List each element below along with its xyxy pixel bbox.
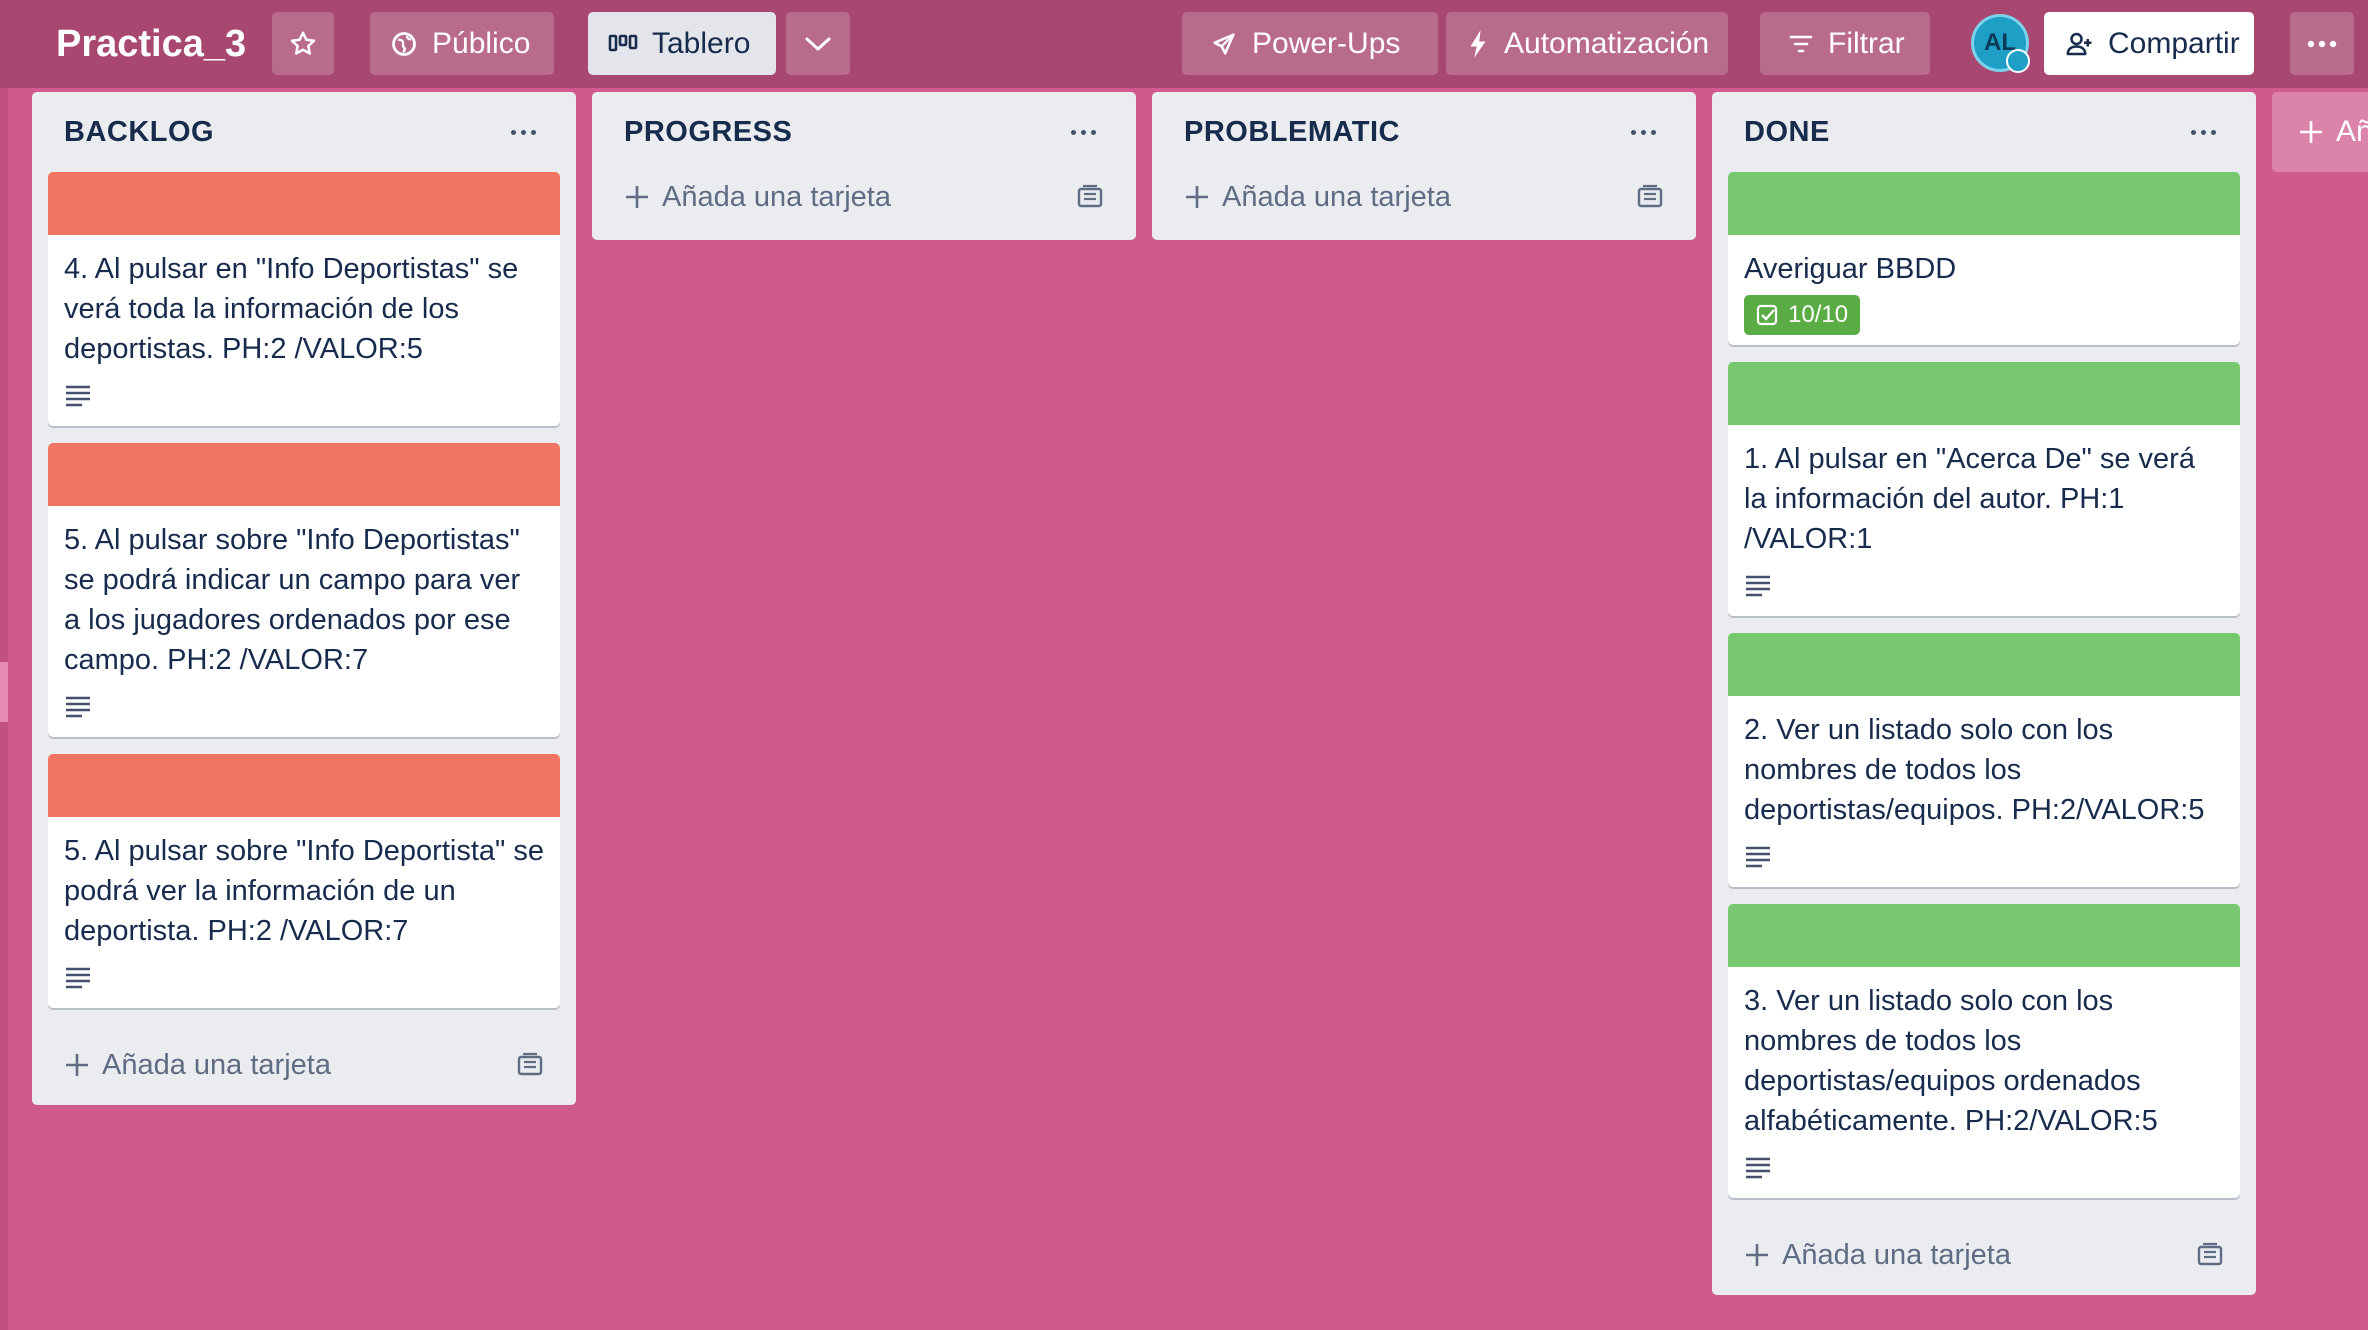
- plus-icon: [1746, 1244, 1768, 1266]
- board-header: Practica_3 Público Tablero Power-Ups Aut…: [0, 0, 2368, 88]
- card-label-green[interactable]: [1728, 633, 2240, 696]
- add-card-label: Añada una tarjeta: [102, 1048, 331, 1081]
- automation-button[interactable]: Automatización: [1446, 12, 1728, 75]
- globe-icon: [392, 31, 416, 56]
- card[interactable]: 2. Ver un listado solo con los nombres d…: [1728, 633, 2240, 887]
- star-button[interactable]: [272, 12, 334, 75]
- template-icon[interactable]: [1076, 184, 1104, 210]
- add-card-label: Añada una tarjeta: [662, 180, 891, 213]
- card-label-green[interactable]: [1728, 904, 2240, 967]
- add-list-label: Añ: [2336, 115, 2368, 148]
- card-title: 5. Al pulsar sobre "Info Deportistas" se…: [64, 524, 521, 676]
- card[interactable]: 5. Al pulsar sobre "Info Deportistas" se…: [48, 443, 560, 737]
- description-icon: [66, 967, 90, 989]
- card-label-red[interactable]: [48, 754, 560, 817]
- list-done: DONE Averiguar BBDD 10/10 1. Al pulsar e…: [1712, 92, 2256, 1295]
- filter-button[interactable]: Filtrar: [1760, 12, 1930, 75]
- rocket-icon: [1213, 32, 1235, 55]
- add-card-button[interactable]: Añada una tarjeta: [1184, 181, 1451, 214]
- card-label-green[interactable]: [1728, 172, 2240, 235]
- lightning-icon: [1470, 29, 1486, 58]
- view-dropdown-button[interactable]: [786, 12, 850, 75]
- description-icon: [1746, 1157, 1770, 1179]
- powerups-label: Power-Ups: [1252, 26, 1401, 60]
- template-icon[interactable]: [1636, 184, 1664, 210]
- card[interactable]: 1. Al pulsar en "Acerca De" se verá la i…: [1728, 362, 2240, 616]
- board-menu-button[interactable]: [2290, 12, 2354, 75]
- board-title[interactable]: Practica_3: [56, 16, 246, 72]
- board-icon: [608, 34, 638, 51]
- card[interactable]: 5. Al pulsar sobre "Info Deportista" se …: [48, 754, 560, 1008]
- more-icon: [2307, 40, 2337, 47]
- description-icon: [66, 696, 90, 718]
- card[interactable]: 4. Al pulsar en "Info Deportistas" se ve…: [48, 172, 560, 426]
- card-title: 2. Ver un listado solo con los nombres d…: [1744, 714, 2205, 826]
- template-icon[interactable]: [2196, 1242, 2224, 1268]
- filter-icon: [1789, 35, 1813, 52]
- share-button[interactable]: Compartir: [2044, 12, 2254, 75]
- list-problematic: PROBLEMATIC Añada una tarjeta: [1152, 92, 1696, 240]
- card-title: Averiguar BBDD: [1744, 253, 1957, 285]
- card[interactable]: 3. Ver un listado solo con los nombres d…: [1728, 904, 2240, 1198]
- list-title[interactable]: PROBLEMATIC: [1184, 116, 1400, 149]
- card-title: 3. Ver un listado solo con los nombres d…: [1744, 985, 2158, 1137]
- share-label: Compartir: [2108, 26, 2240, 60]
- plus-icon: [1186, 186, 1208, 208]
- automation-label: Automatización: [1504, 26, 1710, 60]
- checklist-badge: 10/10: [1744, 295, 1861, 335]
- card-title: 5. Al pulsar sobre "Info Deportista" se …: [64, 835, 545, 947]
- list-menu-icon[interactable]: [503, 122, 544, 143]
- card-label-red[interactable]: [48, 443, 560, 506]
- description-icon: [66, 385, 90, 407]
- card[interactable]: Averiguar BBDD 10/10: [1728, 172, 2240, 345]
- card-label-green[interactable]: [1728, 362, 2240, 425]
- add-card-button[interactable]: Añada una tarjeta: [624, 181, 891, 214]
- add-card-label: Añada una tarjeta: [1222, 180, 1451, 213]
- description-icon: [1746, 575, 1770, 597]
- list-menu-icon[interactable]: [2183, 122, 2224, 143]
- plus-icon: [66, 1054, 88, 1076]
- view-label: Tablero: [652, 26, 751, 60]
- list-menu-icon[interactable]: [1623, 122, 1664, 143]
- description-icon: [1746, 846, 1770, 868]
- list-backlog: BACKLOG 4. Al pulsar en "Info Deportista…: [32, 92, 576, 1105]
- visibility-button[interactable]: Público: [370, 12, 554, 75]
- visibility-label: Público: [432, 26, 531, 60]
- card-label-red[interactable]: [48, 172, 560, 235]
- list-menu-icon[interactable]: [1063, 122, 1104, 143]
- board-edge-handle[interactable]: [0, 662, 8, 722]
- card-title: 4. Al pulsar en "Info Deportistas" se ve…: [64, 253, 519, 365]
- add-user-icon: [2066, 32, 2092, 55]
- add-card-button[interactable]: Añada una tarjeta: [1744, 1239, 2011, 1272]
- list-title[interactable]: DONE: [1744, 116, 1830, 149]
- list-progress: PROGRESS Añada una tarjeta: [592, 92, 1136, 240]
- add-card-label: Añada una tarjeta: [1782, 1238, 2011, 1271]
- plus-icon: [2300, 121, 2322, 143]
- plus-icon: [626, 186, 648, 208]
- star-icon: [290, 31, 316, 55]
- chevron-down-icon: [805, 37, 831, 50]
- template-icon[interactable]: [516, 1052, 544, 1078]
- card-title: 1. Al pulsar en "Acerca De" se verá la i…: [1744, 443, 2195, 555]
- add-list-button[interactable]: Añ: [2272, 92, 2368, 172]
- powerups-button[interactable]: Power-Ups: [1182, 12, 1438, 75]
- list-title[interactable]: PROGRESS: [624, 116, 792, 149]
- avatar[interactable]: AL: [1971, 14, 2030, 73]
- filter-label: Filtrar: [1828, 26, 1905, 60]
- view-switcher-button[interactable]: Tablero: [588, 12, 776, 75]
- add-card-button[interactable]: Añada una tarjeta: [64, 1049, 331, 1082]
- checklist-count: 10/10: [1788, 301, 1849, 328]
- list-title[interactable]: BACKLOG: [64, 116, 214, 149]
- admin-badge: [2006, 49, 2030, 73]
- checklist-icon: [1756, 304, 1778, 326]
